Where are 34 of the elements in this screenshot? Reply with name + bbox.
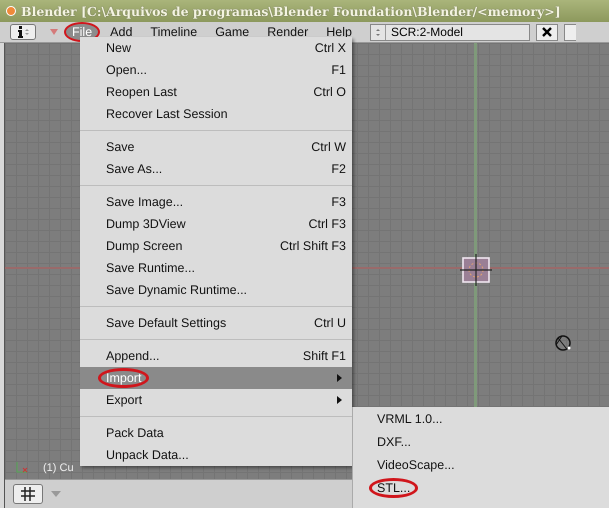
- submenu-arrow-icon: [337, 374, 342, 382]
- close-icon: [542, 27, 552, 37]
- menu-item[interactable]: Open... F1: [80, 59, 352, 81]
- axis-icon: [15, 460, 29, 474]
- menu-item[interactable]: DXF...: [353, 430, 609, 453]
- editor-type-button[interactable]: [13, 484, 43, 504]
- app-icon: [6, 6, 16, 16]
- menu-item[interactable]: Save As... F2: [80, 158, 352, 180]
- menu-item[interactable]: Save Ctrl W: [80, 136, 352, 158]
- menu-item[interactable]: Dump 3DView Ctrl F3: [80, 213, 352, 235]
- menu-item[interactable]: Dump Screen Ctrl Shift F3: [80, 235, 352, 257]
- cube-object-drawing[interactable]: [460, 253, 494, 287]
- menu-item[interactable]: STL...: [353, 476, 609, 499]
- info-window-button[interactable]: [10, 24, 36, 40]
- menu-item[interactable]: Export: [80, 389, 352, 411]
- scene-selector[interactable]: [564, 24, 576, 40]
- window-title: Blender [C:\Arquivos de programas\Blender Foundation\Blender/<memory>]: [21, 4, 561, 18]
- menu-item[interactable]: Save Dynamic Runtime...: [80, 279, 352, 301]
- menu-item[interactable]: Save Image... F3: [80, 191, 352, 213]
- menu-item[interactable]: Save Default Settings Ctrl U: [80, 312, 352, 334]
- screen-selector[interactable]: SCR:2-Model: [370, 24, 530, 40]
- menu-item[interactable]: Save Runtime...: [80, 257, 352, 279]
- info-icon: [15, 25, 31, 39]
- menu-item[interactable]: VideoScape...: [353, 453, 609, 476]
- menu-item[interactable]: Unpack Data...: [80, 444, 352, 466]
- delete-screen-button[interactable]: [536, 24, 558, 40]
- grid-icon: [21, 487, 35, 501]
- object-label: (1) Cu: [43, 462, 74, 474]
- menu-item[interactable]: VRML 1.0...: [353, 407, 609, 430]
- menu-item[interactable]: Pack Data: [80, 422, 352, 444]
- submenu-arrow-icon: [337, 396, 342, 404]
- menu-item[interactable]: Reopen Last Ctrl O: [80, 81, 352, 103]
- menu-item[interactable]: Append... Shift F1: [80, 345, 352, 367]
- menu-item[interactable]: Recover Last Session: [80, 103, 352, 125]
